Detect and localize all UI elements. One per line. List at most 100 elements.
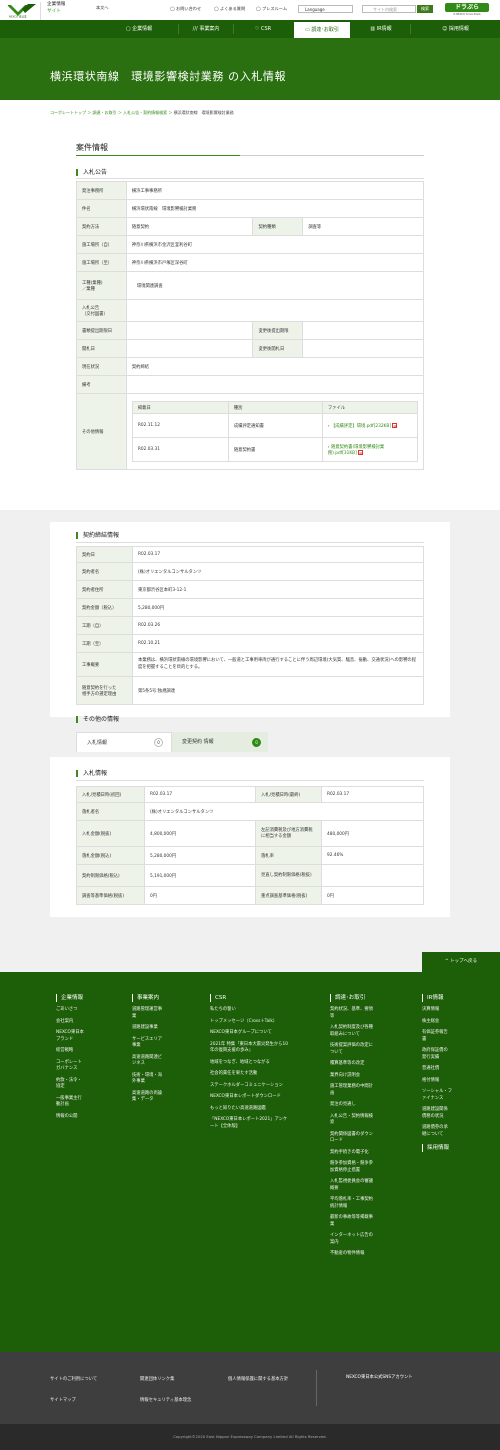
footer-item-link[interactable]: 地域をつなぎ、地域とつながる xyxy=(210,1060,288,1067)
footer-item-link[interactable]: 約款・法令・協定 xyxy=(56,1078,86,1091)
file-link[interactable]: 【成績評定】環境.pdf[232KB] xyxy=(331,424,391,429)
footer-item-link[interactable]: 入札監視委員会の審議概要 xyxy=(330,1179,374,1192)
footer-item-link[interactable]: 平均落札率・工事契約統計情報 xyxy=(330,1197,374,1210)
skip-to-content-link[interactable]: 本文へ xyxy=(96,5,109,11)
file-kind: 成績評定通知書 xyxy=(227,413,323,438)
press-link[interactable]: ◯ プレスルーム xyxy=(256,6,287,12)
footer-item-link[interactable]: NEXCO東日本グループについて xyxy=(210,1030,288,1037)
footer-item-link[interactable]: 普通社債 xyxy=(422,1066,452,1073)
file-link[interactable]: 随意契約書(環境影響検討業務).pdf[31KB] xyxy=(328,445,384,456)
footer-col-title-recruit[interactable]: 採用情報 xyxy=(422,1144,452,1152)
footer-item-link[interactable]: 道路管理運営事業 xyxy=(132,1007,164,1020)
back-to-top-label: トップへ戻る xyxy=(450,959,478,964)
corporate-site-label[interactable]: 企業情報 サイト xyxy=(40,2,80,20)
footer-item-link[interactable]: 競争参加資格・競争参加資格停止措置 xyxy=(330,1161,374,1174)
files-head: 掲載日 xyxy=(131,401,229,414)
chevron-up-icon: ^ xyxy=(444,959,449,964)
footer-items: ごあいさつ会社案内 NEXCO東日本ブランド経営戦略コーポレートガバナンス 約款・法… xyxy=(56,1007,86,1120)
contact-link[interactable]: ◯ お問い合わせ xyxy=(170,6,201,12)
footer-col-title[interactable]: 事業案内 xyxy=(132,994,164,1002)
footer-item-link[interactable]: 道路債券の承継について xyxy=(422,1125,452,1138)
value-cell: 5,191,000円 xyxy=(144,864,256,887)
footer-item-link[interactable]: 2021年 特集「東日本大震災発生から10年の復興支援の歩み」 xyxy=(210,1042,288,1055)
footer-item-link[interactable]: 入札公告・契約情報検索 xyxy=(330,1114,374,1127)
footer-item-link[interactable]: 積算基準等の改定 xyxy=(330,1061,374,1068)
footer-link[interactable]: 関連団体リンク集 xyxy=(140,1376,174,1382)
sns-accounts-link[interactable]: NEXCO東日本公式SNSアカウント xyxy=(346,1374,413,1380)
footer-col-company: 企業情報 ごあいさつ会社案内 NEXCO東日本ブランド経営戦略コーポレートガバナン… xyxy=(56,994,86,1125)
footer-item-link[interactable]: もっと知りたい高速道路図鑑 xyxy=(210,1106,288,1113)
footer-item-link[interactable]: ソーシャル・ファイナンス xyxy=(422,1089,452,1102)
footer-col-title[interactable]: IR情報 xyxy=(422,994,452,1002)
drapura-title: ドラぷら xyxy=(445,3,489,12)
footer-items: 道路管理運営事業道路建設事業サービスエリア事業 高速道路関連ビジネス 技術・環境・海… xyxy=(132,1007,164,1104)
footer-link[interactable]: サイトのご利用について xyxy=(50,1376,97,1382)
gnav-recruit[interactable]: ☺ 採用情報 xyxy=(411,20,500,38)
footer-item-link[interactable]: 道路建設事業 xyxy=(132,1025,164,1032)
gnav-ir[interactable]: ▥ IR情報 xyxy=(352,20,410,38)
footer-item-link[interactable]: 契約状況、基準、要領等 xyxy=(330,1007,374,1020)
footer-item-link[interactable]: 一般事業主行動計画 xyxy=(56,1096,86,1109)
footer-link[interactable]: 個人情報保護に関する基本方針 xyxy=(228,1376,288,1382)
search-input[interactable]: サイト内検索 xyxy=(362,5,416,13)
footer-item-link[interactable]: ステークホルダーコミュニケーション xyxy=(210,1083,288,1090)
footer-item-link[interactable]: 高速道路の両論集・データ xyxy=(132,1091,164,1104)
footer-item-link[interactable]: 契約手続きの電子化 xyxy=(330,1150,374,1157)
footer-item-link[interactable]: 情報の公開 xyxy=(56,1114,86,1121)
breadcrumb-item[interactable]: 調達・お取引 xyxy=(93,110,117,115)
footer-item-link[interactable]: 契約関係図書のダウンロード xyxy=(330,1132,374,1145)
gnav-csr[interactable]: ♡ CSR xyxy=(234,20,292,38)
footer-item-link[interactable]: NEXCO東日本レポートダウンロード xyxy=(210,1094,288,1101)
back-to-top-button[interactable]: ^ トップへ戻る xyxy=(422,952,500,972)
footer-link[interactable]: 情報セキュリティ基本理念 xyxy=(140,1397,191,1403)
footer-item-link[interactable]: コーポレートガバナンス xyxy=(56,1060,86,1073)
footer-item-link[interactable]: 発注の見通し xyxy=(330,1102,374,1109)
footer-item-link[interactable]: 社会的責任を果たす活動 xyxy=(210,1071,288,1078)
footer-item-link[interactable]: 技術・環境・海外事業 xyxy=(132,1073,164,1086)
footer-col-title[interactable]: 企業情報 xyxy=(56,994,86,1002)
footer-item-link[interactable]: 格付情報 xyxy=(422,1078,452,1085)
footer-item-link[interactable]: サービスエリア事業 xyxy=(132,1037,164,1050)
site-header: NEXCO 東日本 企業情報 サイト 本文へ ◯ お問い合わせ ◯ よくある質問… xyxy=(0,0,500,20)
footer-item-link[interactable]: 最新の事故等等掲載事業 xyxy=(330,1215,374,1228)
breadcrumb-item[interactable]: コーポレートトップ xyxy=(50,110,86,115)
footer-item-link[interactable]: 高速道路関連ビジネス xyxy=(132,1055,164,1068)
footer-item-link[interactable]: 決算情報 xyxy=(422,1007,452,1014)
footer-item-link[interactable]: 業界向け説明会 xyxy=(330,1073,374,1080)
footer-item-link[interactable]: 経営戦略 xyxy=(56,1048,86,1055)
footer-item-link[interactable]: 政府保証債の発行実績 xyxy=(422,1048,452,1061)
footer-col-title[interactable]: CSR xyxy=(210,994,288,1002)
drapura-logo[interactable]: ドラぷら E-NEXCO Drive Plaza xyxy=(445,3,489,18)
footer-item-link[interactable]: 株主総会 xyxy=(422,1019,452,1026)
footer-item-link[interactable]: 私たちの誓い xyxy=(210,1007,288,1014)
label-cell: 書類提出期限日 xyxy=(76,321,127,340)
value-cell: 横浜環状南線 環境影響検討業務 xyxy=(125,199,425,218)
footer-item-link[interactable]: 有価証券報告書 xyxy=(422,1030,452,1043)
search-button[interactable]: 検索 xyxy=(417,5,433,13)
footer-item-link[interactable]: 技術提案評価の改定について xyxy=(330,1043,374,1056)
nexco-logo-icon[interactable]: NEXCO 東日本 xyxy=(8,3,38,18)
footer-item-link[interactable]: 入札契約制度及び各種取組みについて xyxy=(330,1025,374,1038)
footer-divider xyxy=(316,1370,317,1406)
footer-item-link[interactable]: 道路建設関係債務の状況 xyxy=(422,1107,452,1120)
value-cell: 5,280,000円 xyxy=(132,598,424,617)
gnav-company[interactable]: ▢ 企業情報 xyxy=(100,20,178,38)
footer-col-title[interactable]: 調達･お取引 xyxy=(330,994,374,1002)
section-title-case-info: 案件情報 xyxy=(76,143,108,152)
language-select[interactable]: Language xyxy=(298,5,353,13)
breadcrumb-item[interactable]: 入札公告・契約情報検索 xyxy=(123,110,167,115)
footer-item-link[interactable]: ごあいさつ xyxy=(56,1007,86,1014)
footer-item-link[interactable]: インターネット広告の案内 xyxy=(330,1233,374,1246)
footer-item-link[interactable]: 会社案内 xyxy=(56,1019,86,1026)
footer-item-link[interactable]: トップメッセージ（Cross＋Talk） xyxy=(210,1019,288,1026)
footer-item-link[interactable]: NEXCO東日本ブランド xyxy=(56,1030,86,1043)
gnav-procurement[interactable]: ▭ 調達･お取引 xyxy=(293,21,351,38)
faq-link[interactable]: ◯ よくある質問 xyxy=(214,6,245,12)
footer-item-link[interactable]: 「NEXCO東日本レポート2021」アンケート【全体版】 xyxy=(210,1117,288,1130)
subsection-underline xyxy=(76,542,424,543)
gnav-business[interactable]: /// 事業案内 xyxy=(179,20,233,38)
footer-item-link[interactable]: 不動産の物件情報 xyxy=(330,1251,374,1258)
footer-item-link[interactable]: 施工管理業務の中間計画 xyxy=(330,1084,374,1097)
footer-link[interactable]: サイトマップ xyxy=(50,1397,76,1403)
value-cell xyxy=(302,321,424,340)
